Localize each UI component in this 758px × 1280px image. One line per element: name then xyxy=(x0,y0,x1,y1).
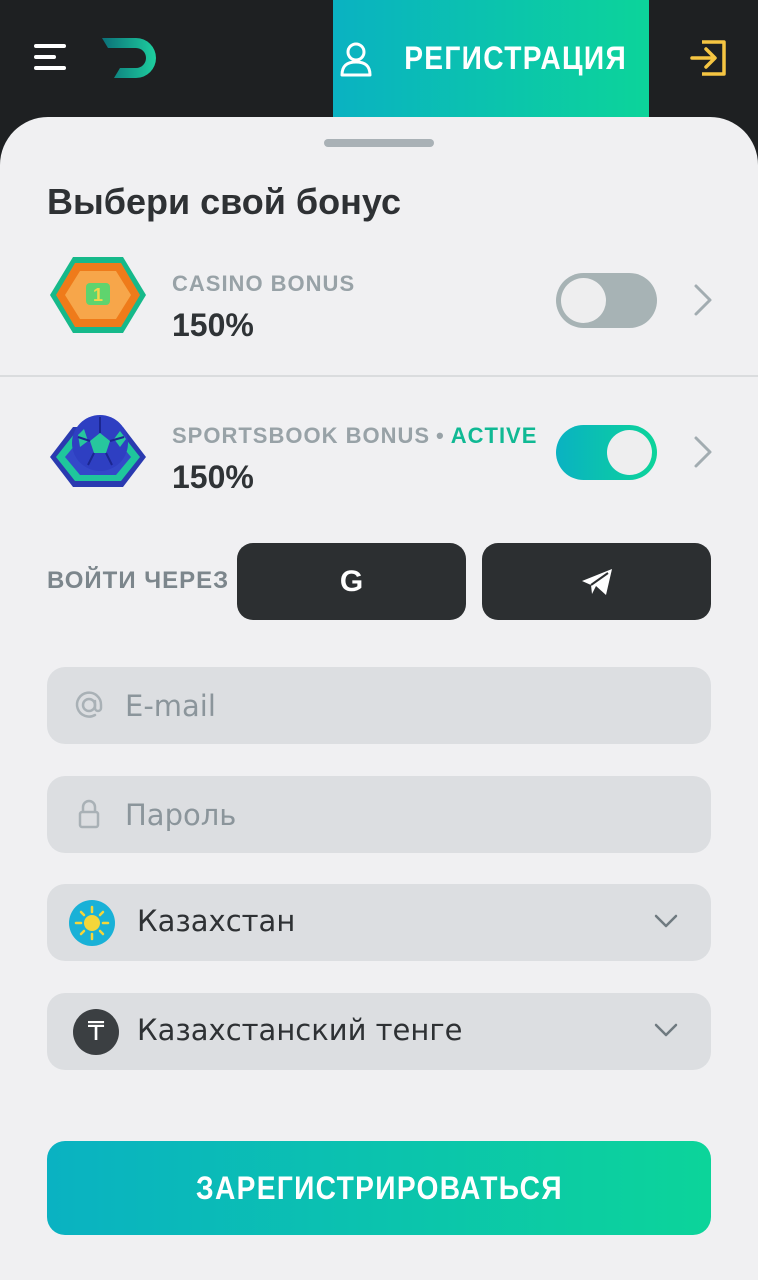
separator-dot: • xyxy=(436,423,445,448)
register-submit-label: ЗАРЕГИСТРИРОВАТЬСЯ xyxy=(195,1169,563,1206)
registration-sheet: Выбери свой бонус 1 CASINO BONUS 150% SP… xyxy=(0,117,758,1280)
user-icon xyxy=(340,42,372,76)
at-sign-icon xyxy=(75,691,103,718)
google-login-button[interactable]: G xyxy=(237,543,466,620)
country-select[interactable]: Казахстан xyxy=(47,884,711,961)
casino-bonus-percent: 150% xyxy=(172,307,254,343)
login-via-label: ВОЙТИ ЧЕРЕЗ xyxy=(47,567,230,594)
country-value: Казахстан xyxy=(137,904,296,938)
casino-bonus-name: CASINO BONUS xyxy=(172,271,356,296)
bonus-sportsbook: SPORTSBOOK BONUS • ACTIVE 150% xyxy=(0,377,758,527)
page-title: Выбери свой бонус xyxy=(47,181,402,222)
tab-registration-label: РЕГИСТРАЦИЯ xyxy=(404,40,628,76)
email-field[interactable] xyxy=(47,667,711,744)
sportsbook-bonus-name: SPORTSBOOK BONUS • ACTIVE xyxy=(172,423,537,449)
casino-bonus-icon: 1 xyxy=(50,257,146,333)
login-icon[interactable] xyxy=(688,38,728,78)
tenge-currency-icon: ₸ xyxy=(73,1009,119,1055)
sheet-drag-handle[interactable] xyxy=(324,139,434,147)
currency-value: Казахстанский тенге xyxy=(137,1013,463,1047)
svg-text:1: 1 xyxy=(93,285,103,305)
casino-bonus-toggle[interactable] xyxy=(556,273,657,328)
sportsbook-bonus-icon xyxy=(50,415,146,487)
chevron-right-icon[interactable] xyxy=(690,435,716,469)
chevron-down-icon xyxy=(654,914,678,928)
chevron-down-icon xyxy=(654,1023,678,1037)
bonus-casino: 1 CASINO BONUS 150% xyxy=(0,225,758,375)
sportsbook-bonus-percent: 150% xyxy=(172,459,254,495)
toggle-knob xyxy=(607,430,652,475)
register-submit-button[interactable]: ЗАРЕГИСТРИРОВАТЬСЯ xyxy=(47,1141,711,1235)
lock-icon xyxy=(78,799,100,829)
sportsbook-bonus-toggle[interactable] xyxy=(556,425,657,480)
password-field[interactable] xyxy=(47,776,711,853)
hamburger-menu-icon[interactable] xyxy=(34,44,68,70)
currency-select[interactable]: ₸ Казахстанский тенге xyxy=(47,993,711,1070)
brand-logo[interactable] xyxy=(100,34,162,82)
top-navigation-bar: РЕГИСТРАЦИЯ xyxy=(0,0,758,117)
chevron-right-icon[interactable] xyxy=(690,283,716,317)
status-badge: ACTIVE xyxy=(450,423,538,448)
toggle-knob xyxy=(561,278,606,323)
telegram-login-button[interactable] xyxy=(482,543,711,620)
tab-registration[interactable]: РЕГИСТРАЦИЯ xyxy=(333,0,649,117)
email-input[interactable] xyxy=(125,667,685,744)
sportsbook-bonus-name-text: SPORTSBOOK BONUS xyxy=(172,423,431,448)
kazakhstan-flag-icon xyxy=(69,900,115,946)
telegram-icon xyxy=(581,568,612,595)
password-input[interactable] xyxy=(125,776,685,853)
google-icon: G xyxy=(339,564,364,598)
